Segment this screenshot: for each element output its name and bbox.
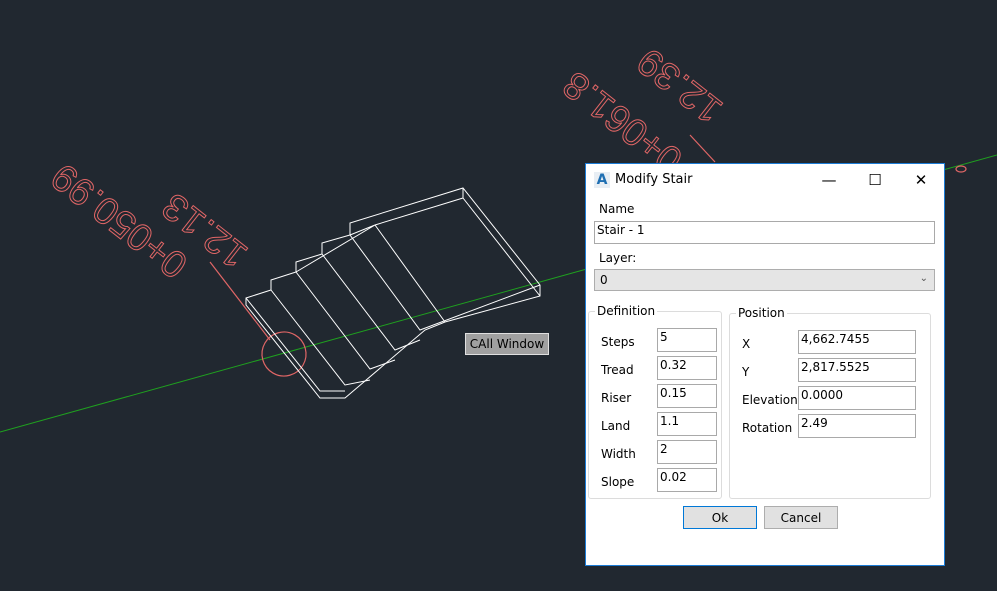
y-label: Y xyxy=(742,365,750,379)
x-label: X xyxy=(742,337,751,351)
rotation-label: Rotation xyxy=(742,421,793,435)
leader-line xyxy=(209,261,271,341)
marker-circle xyxy=(261,331,307,377)
name-input[interactable]: Stair - 1 xyxy=(594,221,935,244)
layer-label: Layer: xyxy=(599,251,637,265)
width-input[interactable]: 2 xyxy=(657,440,717,464)
tooltip: CAll Window xyxy=(465,333,549,355)
cancel-button[interactable]: Cancel xyxy=(764,506,838,529)
elevation-input[interactable]: 0.0000 xyxy=(798,386,916,410)
leader-line xyxy=(689,134,716,163)
layer-select[interactable]: 0 ⌄ xyxy=(594,269,935,291)
name-label: Name xyxy=(599,202,635,216)
slope-label: Slope xyxy=(601,475,635,489)
stair-wireframe[interactable] xyxy=(245,187,541,399)
title-bar[interactable]: A Modify Stair — ☐ ✕ xyxy=(586,164,944,196)
steps-label: Steps xyxy=(601,335,635,349)
position-title: Position xyxy=(736,306,787,320)
land-input[interactable]: 1.1 xyxy=(657,412,717,436)
land-label: Land xyxy=(601,419,631,433)
rotation-input[interactable]: 2.49 xyxy=(798,414,916,438)
minimize-button[interactable]: — xyxy=(806,168,852,192)
marker-circle xyxy=(955,165,967,173)
tread-input[interactable]: 0.32 xyxy=(657,356,717,380)
riser-label: Riser xyxy=(601,391,632,405)
layer-value: 0 xyxy=(600,273,608,287)
y-input[interactable]: 2,817.5525 xyxy=(798,358,916,382)
modify-stair-dialog: A Modify Stair — ☐ ✕ Name Stair - 1 Laye… xyxy=(585,163,945,566)
slope-input[interactable]: 0.02 xyxy=(657,468,717,492)
elevation-label: Elevation xyxy=(742,393,798,407)
definition-title: Definition xyxy=(595,304,658,318)
width-label: Width xyxy=(601,447,636,461)
tread-label: Tread xyxy=(601,363,634,377)
steps-input[interactable]: 5 xyxy=(657,328,717,352)
maximize-button[interactable]: ☐ xyxy=(852,168,898,192)
ok-button[interactable]: Ok xyxy=(683,506,757,529)
x-input[interactable]: 4,662.7455 xyxy=(798,330,916,354)
riser-input[interactable]: 0.15 xyxy=(657,384,717,408)
close-button[interactable]: ✕ xyxy=(898,168,944,192)
autocad-logo-icon: A xyxy=(594,172,610,188)
dialog-title: Modify Stair xyxy=(615,172,693,187)
chevron-down-icon: ⌄ xyxy=(919,273,928,284)
